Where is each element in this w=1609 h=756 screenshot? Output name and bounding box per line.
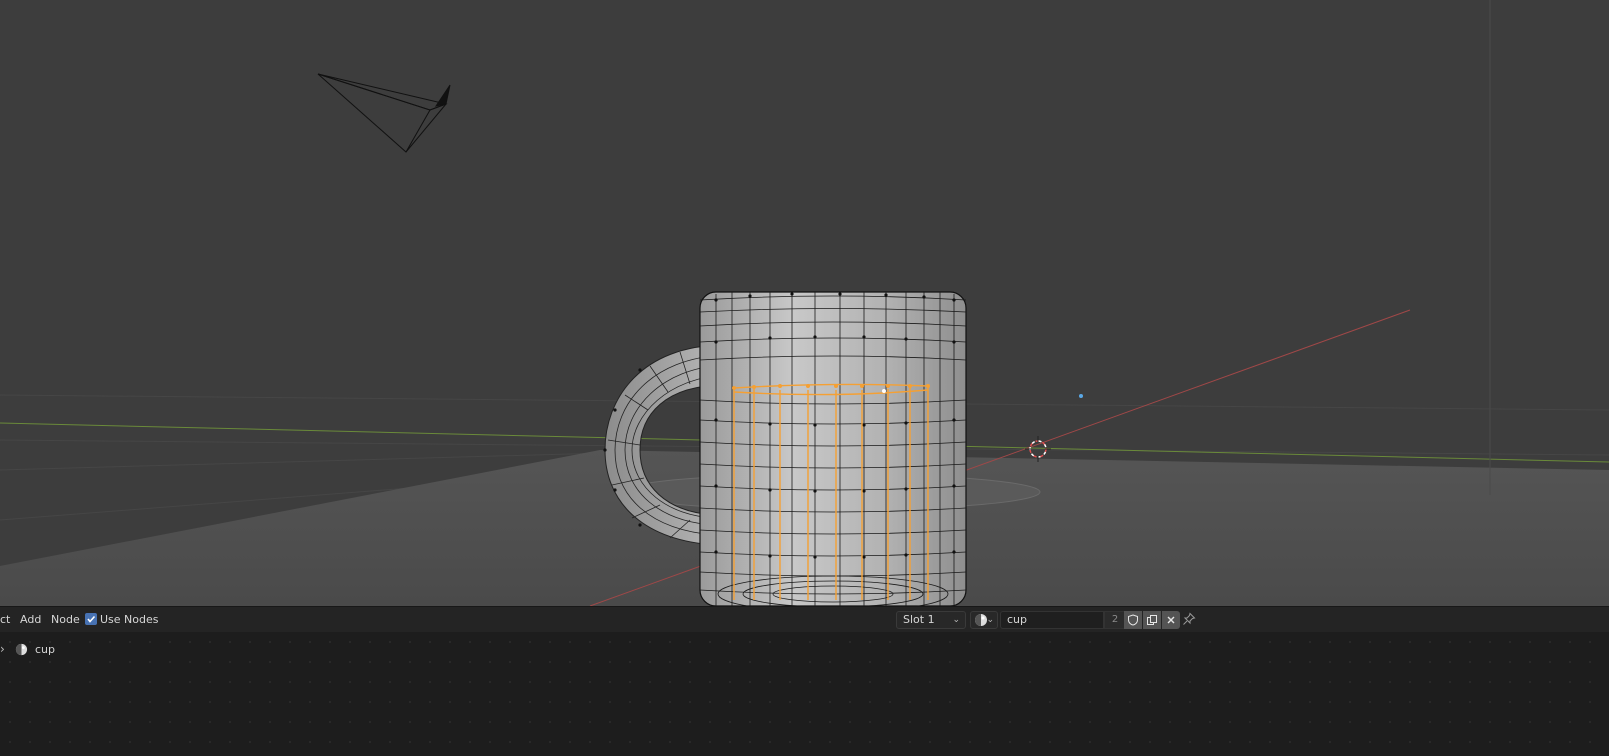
duplicate-material-icon bbox=[1147, 615, 1157, 625]
unlink-x-icon bbox=[1167, 616, 1175, 624]
material-users-count[interactable]: 2 bbox=[1104, 611, 1126, 629]
chevron-down-icon: ⌄ bbox=[952, 615, 960, 625]
chevron-right-icon[interactable]: › bbox=[0, 642, 5, 656]
fake-user-shield-icon bbox=[1128, 614, 1138, 626]
light-object[interactable] bbox=[1079, 394, 1083, 398]
menu-select[interactable]: ct bbox=[0, 612, 10, 628]
fake-user-button[interactable] bbox=[1124, 611, 1142, 629]
menu-add[interactable]: Add bbox=[20, 612, 41, 628]
pin-button[interactable] bbox=[1182, 612, 1198, 628]
node-editor-canvas[interactable]: › cup bbox=[0, 632, 1609, 756]
menu-node[interactable]: Node bbox=[51, 612, 80, 628]
unlink-material-button[interactable] bbox=[1162, 611, 1180, 629]
duplicate-material-button[interactable] bbox=[1143, 611, 1161, 629]
viewport-scene bbox=[0, 0, 1609, 606]
chevron-down-icon: ⌄ bbox=[986, 615, 994, 625]
pin-icon bbox=[1183, 612, 1196, 625]
checkmark-icon bbox=[87, 615, 96, 623]
material-name-field[interactable]: cup bbox=[1000, 611, 1104, 629]
use-nodes-label: Use Nodes bbox=[100, 613, 159, 626]
use-nodes-checkbox[interactable] bbox=[85, 613, 97, 625]
node-tree-label: cup bbox=[35, 643, 56, 656]
node-editor-header: ct Add Node Use Nodes Slot 1 ⌄ ⌄ cup 2 bbox=[0, 606, 1609, 632]
blender-window: ct Add Node Use Nodes Slot 1 ⌄ ⌄ cup 2 ›… bbox=[0, 0, 1609, 756]
slot-dropdown[interactable]: Slot 1 ⌄ bbox=[896, 611, 966, 629]
3d-viewport[interactable] bbox=[0, 0, 1609, 606]
material-browse-button[interactable]: ⌄ bbox=[970, 611, 998, 629]
material-sphere-icon bbox=[15, 643, 28, 656]
slot-label: Slot 1 bbox=[903, 613, 935, 626]
